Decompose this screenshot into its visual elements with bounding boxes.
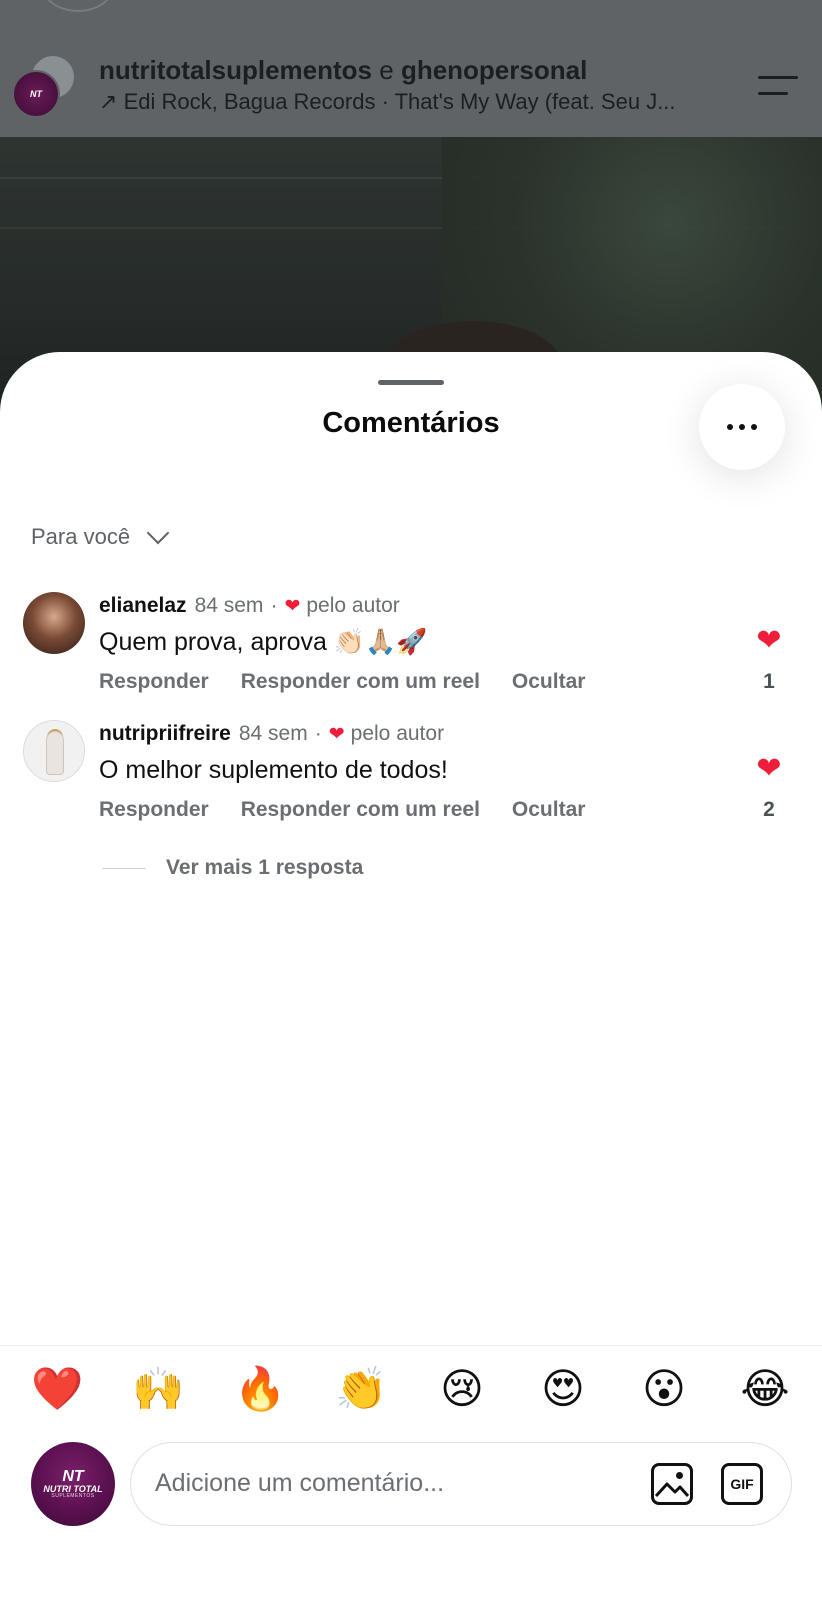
liked-by-author-label: pelo autor (306, 594, 400, 617)
sort-dropdown[interactable]: Para você (31, 521, 170, 550)
raising-hands-emoji[interactable]: 🙌 (132, 1364, 184, 1414)
like-count: 1 (763, 670, 775, 693)
image-icon[interactable] (651, 1463, 693, 1505)
brand-avatar-logo: NT (30, 89, 42, 99)
comment-username[interactable]: nutripriifreire (99, 722, 231, 746)
comment-actions: Responder Responder com um reel Ocultar (99, 798, 585, 822)
reply-with-reel-button[interactable]: Responder com um reel (241, 798, 480, 822)
heart-icon: ❤ (756, 624, 782, 657)
clapping-hands-emoji[interactable]: 👏 (335, 1364, 387, 1414)
reel-owner-avatars[interactable]: NT (12, 54, 78, 120)
laughing-tears-emoji[interactable]: 😂 (740, 1364, 790, 1414)
comment-username[interactable]: elianelaz (99, 594, 187, 618)
more-options-button[interactable] (699, 384, 785, 470)
gif-icon[interactable]: GIF (721, 1463, 763, 1505)
comment-input[interactable]: Adicione um comentário... GIF (130, 1442, 792, 1526)
owner-conjunction: e (372, 55, 401, 85)
surprised-face-emoji[interactable]: 😮 (639, 1364, 689, 1414)
current-user-avatar[interactable]: NT NUTRI TOTAL SUPLEMENTOS (31, 1442, 115, 1526)
owner-name-1[interactable]: nutritotalsuplementos (99, 55, 372, 85)
reply-button[interactable]: Responder (99, 798, 209, 822)
view-more-replies-button[interactable]: Ver mais 1 resposta (102, 856, 363, 880)
chevron-down-icon (146, 521, 170, 545)
reel-music[interactable]: ↗ Edi Rock, Bagua Records · That's My Wa… (99, 89, 739, 115)
avatar-logo-mark: NT (62, 1467, 84, 1485)
reply-button[interactable]: Responder (99, 670, 209, 694)
music-arrow-icon: ↗ (99, 89, 118, 114)
heart-eyes-emoji[interactable]: 😍 (538, 1364, 588, 1414)
crying-face-emoji[interactable]: 😢 (437, 1364, 487, 1414)
like-button[interactable]: ❤ 2 (748, 754, 790, 822)
music-title: Edi Rock, Bagua Records · That's My Way … (123, 89, 676, 114)
avatar[interactable] (23, 592, 85, 654)
reply-with-reel-button[interactable]: Responder com um reel (241, 670, 480, 694)
sort-label: Para você (31, 524, 131, 549)
comment-time: 84 sem (238, 722, 308, 745)
faded-avatar (42, 0, 114, 12)
like-button[interactable]: ❤ 1 (748, 626, 790, 694)
reel-owners[interactable]: nutritotalsuplementos e ghenopersonal (99, 55, 587, 86)
avatar-logo-sub: SUPLEMENTOS (51, 1493, 95, 1500)
heart-icon: ❤ (328, 723, 345, 745)
heart-icon: ❤ (756, 752, 782, 785)
comment-meta: elianelaz 84 sem · ❤ pelo autor (99, 594, 400, 618)
like-count: 2 (763, 798, 775, 821)
liked-by-author-label: pelo autor (350, 722, 445, 745)
heart-icon: ❤ (284, 595, 301, 617)
fire-emoji[interactable]: 🔥 (234, 1364, 286, 1414)
hide-button[interactable]: Ocultar (512, 798, 586, 822)
comment-input-placeholder: Adicione um comentário... (155, 1469, 445, 1497)
red-heart-emoji[interactable]: ❤️ (31, 1364, 83, 1414)
view-more-replies-label: Ver mais 1 resposta (166, 856, 364, 879)
reel-header: NT nutritotalsuplementos e ghenopersonal… (0, 0, 822, 137)
owner-name-2[interactable]: ghenopersonal (401, 55, 587, 85)
avatar[interactable] (23, 720, 85, 782)
comment-meta: nutripriifreire 84 sem · ❤ pelo autor (99, 722, 444, 746)
brand-avatar: NT (12, 70, 60, 118)
comment-text: O melhor suplemento de todos! (99, 756, 448, 784)
comment-time: 84 sem (194, 594, 264, 617)
comment-text: Quem prova, aprova 👏🏻🙏🏼🚀 (99, 628, 428, 656)
comment-actions: Responder Responder com um reel Ocultar (99, 670, 585, 694)
separator-dot: · (314, 722, 322, 745)
emoji-reaction-bar: ❤️ 🙌 🔥 👏 😢 😍 😮 😂 (0, 1345, 822, 1431)
separator-dot: · (270, 594, 278, 617)
menu-icon[interactable] (758, 74, 800, 100)
hide-button[interactable]: Ocultar (512, 670, 586, 694)
drag-handle[interactable] (378, 380, 444, 385)
replies-divider (102, 867, 146, 869)
